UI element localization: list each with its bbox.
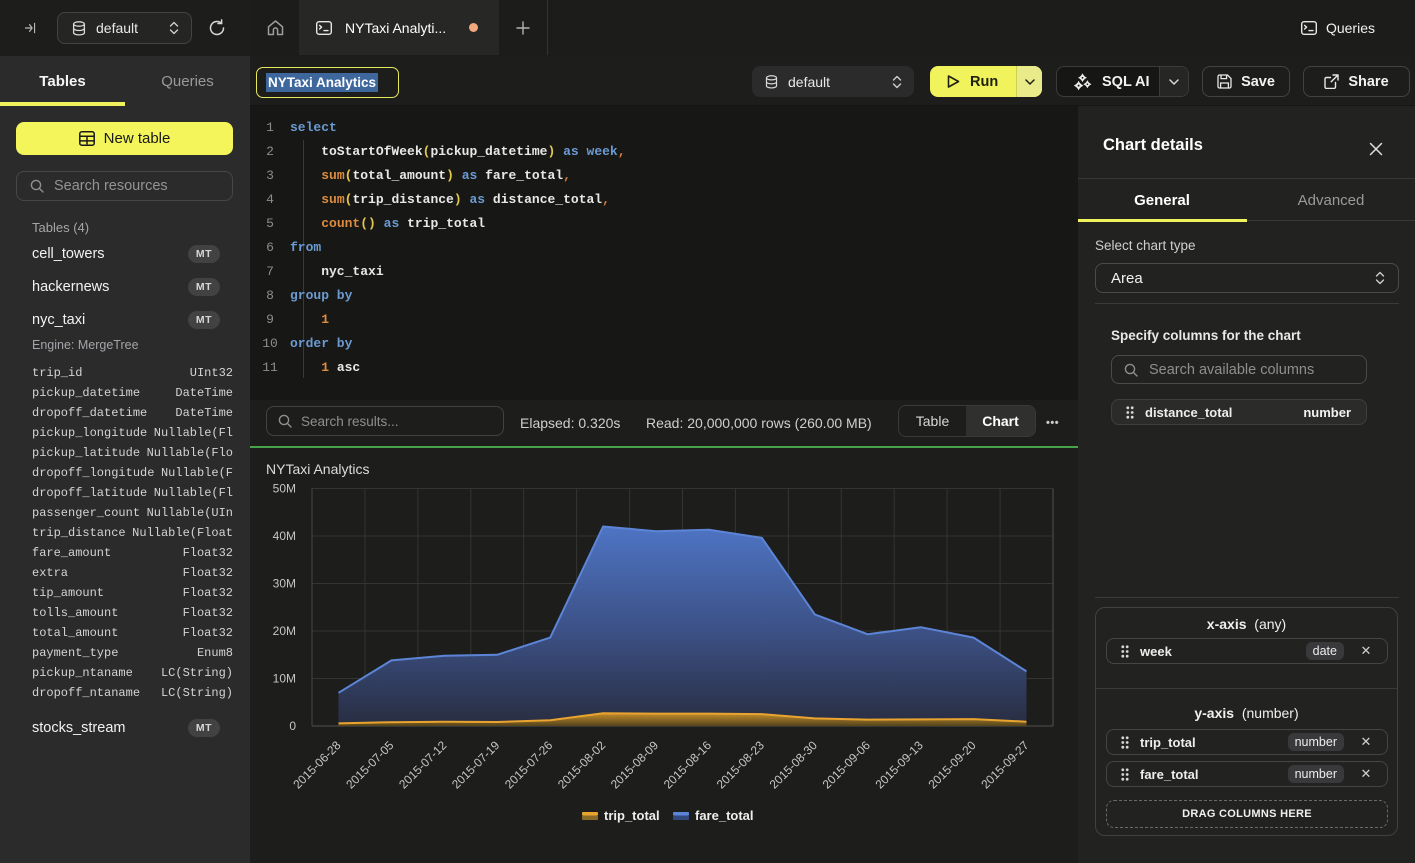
svg-text:20M: 20M xyxy=(273,624,296,638)
svg-text:fare_total: fare_total xyxy=(695,808,754,823)
svg-text:2015-09-06: 2015-09-06 xyxy=(820,738,874,792)
svg-text:2015-07-19: 2015-07-19 xyxy=(449,738,503,792)
svg-text:2015-08-16: 2015-08-16 xyxy=(661,738,715,792)
svg-text:2015-06-28: 2015-06-28 xyxy=(290,738,344,792)
svg-text:2015-08-09: 2015-08-09 xyxy=(608,738,662,792)
svg-text:2015-08-02: 2015-08-02 xyxy=(555,738,609,792)
svg-text:2015-09-13: 2015-09-13 xyxy=(873,738,927,792)
svg-text:2015-09-27: 2015-09-27 xyxy=(978,738,1032,792)
svg-text:0: 0 xyxy=(289,719,296,733)
svg-text:trip_total: trip_total xyxy=(604,808,660,823)
svg-text:2015-08-30: 2015-08-30 xyxy=(767,738,821,792)
svg-text:10M: 10M xyxy=(273,672,296,686)
svg-text:50M: 50M xyxy=(273,482,296,496)
svg-text:2015-08-23: 2015-08-23 xyxy=(714,738,768,792)
svg-text:2015-07-26: 2015-07-26 xyxy=(502,738,556,792)
svg-text:2015-07-12: 2015-07-12 xyxy=(396,738,450,792)
svg-text:30M: 30M xyxy=(273,577,296,591)
svg-text:40M: 40M xyxy=(273,529,296,543)
svg-text:2015-07-05: 2015-07-05 xyxy=(343,738,397,792)
svg-text:2015-09-20: 2015-09-20 xyxy=(925,738,979,792)
